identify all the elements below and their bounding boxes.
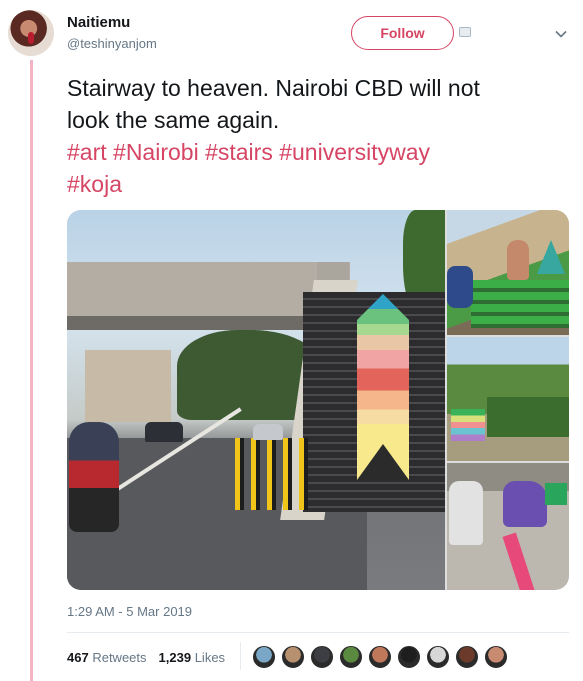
hashtag-row-1: #art #Nairobi #stairs #universityway	[67, 136, 567, 168]
hashtag-nairobi[interactable]: #Nairobi	[113, 139, 199, 165]
tweet-timestamp[interactable]: 1:29 AM - 5 Mar 2019	[67, 604, 192, 619]
thread-line	[30, 60, 33, 681]
photo-stairs-main[interactable]	[67, 210, 445, 590]
green-steps	[471, 280, 569, 328]
follow-notification-icon	[459, 27, 471, 37]
painter	[447, 266, 473, 308]
liker-avatar[interactable]	[426, 645, 450, 669]
media-grid	[67, 210, 569, 590]
tweet-text: Stairway to heaven. Nairobi CBD will not…	[67, 72, 567, 200]
user-handle[interactable]: @teshinyanjom	[67, 36, 157, 51]
liker-avatar[interactable]	[484, 645, 508, 669]
likes-stat[interactable]: 1,239 Likes	[159, 650, 226, 665]
retweets-label: Retweets	[92, 650, 147, 665]
bollards	[235, 438, 315, 510]
car	[145, 422, 183, 442]
building	[85, 350, 171, 422]
hedge	[487, 397, 569, 437]
avatar[interactable]	[8, 10, 54, 56]
retweets-count: 467	[67, 650, 89, 665]
liker-avatars	[252, 645, 513, 669]
tweet-text-line-1: Stairway to heaven. Nairobi CBD will not	[67, 75, 480, 101]
painter	[507, 240, 529, 280]
hashtag-row-2: #koja	[67, 168, 567, 200]
pink-paint-stroke	[502, 532, 538, 590]
follow-button[interactable]: Follow	[351, 16, 454, 50]
liker-avatar[interactable]	[455, 645, 479, 669]
hashtag-art[interactable]: #art	[67, 139, 107, 165]
likes-label: Likes	[194, 650, 226, 665]
car	[253, 424, 283, 440]
stats-separator	[240, 642, 241, 670]
liker-avatar[interactable]	[397, 645, 421, 669]
motorcycle-rider	[69, 422, 119, 532]
liker-avatar[interactable]	[339, 645, 363, 669]
painter	[449, 481, 483, 545]
likes-count: 1,239	[158, 650, 192, 665]
engagement-stats: 467 Retweets 1,239 Likes	[67, 650, 225, 665]
hashtag-stairs[interactable]: #stairs	[205, 139, 273, 165]
hashtag-koja[interactable]: #koja	[67, 171, 122, 197]
liker-avatar[interactable]	[281, 645, 305, 669]
user-name[interactable]: Naitiemu	[67, 14, 130, 31]
liker-avatar[interactable]	[252, 645, 276, 669]
teal-triangle	[537, 240, 565, 274]
retweets-stat[interactable]: 467 Retweets	[67, 650, 147, 665]
liker-avatar[interactable]	[368, 645, 392, 669]
painter	[503, 481, 547, 527]
colorful-steps	[451, 409, 485, 441]
photo-painting-steps[interactable]	[447, 210, 569, 335]
photo-painters-working[interactable]	[447, 463, 569, 590]
paint-bucket	[545, 483, 567, 505]
chevron-down-icon[interactable]	[555, 28, 567, 40]
microphone-icon	[28, 32, 34, 44]
liker-avatar[interactable]	[310, 645, 334, 669]
divider	[67, 632, 569, 633]
tweet-text-line-2: look the same again.	[67, 107, 280, 133]
hashtag-universityway[interactable]: #universityway	[279, 139, 430, 165]
photo-colorful-steps[interactable]	[447, 337, 569, 461]
